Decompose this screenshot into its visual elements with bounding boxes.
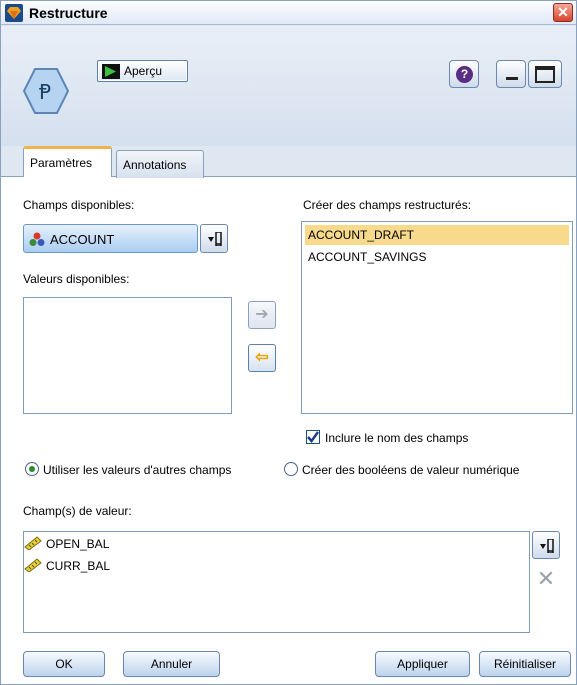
value-field-label: OPEN_BAL: [46, 537, 110, 551]
list-item[interactable]: OPEN_BAL: [24, 534, 109, 554]
include-field-name-checkbox[interactable]: [306, 430, 320, 444]
toolbar-area: Ᵽ Aperçu ?: [1, 26, 576, 146]
add-value-button[interactable]: ➔: [248, 301, 276, 329]
ruler-icon: [24, 558, 42, 572]
apply-button[interactable]: Appliquer: [375, 651, 470, 677]
field-picker-icon: [208, 232, 222, 246]
maximize-button[interactable]: [528, 60, 562, 88]
window-title: Restructure: [29, 5, 108, 21]
ruler-icon: [24, 536, 42, 550]
remove-value-button[interactable]: ⇦: [248, 344, 276, 372]
available-values-list[interactable]: [23, 297, 232, 414]
tab-parametres[interactable]: Paramètres: [23, 146, 112, 177]
list-item[interactable]: CURR_BAL: [24, 556, 110, 576]
close-icon: ✕: [557, 4, 569, 20]
use-other-fields-label: Utiliser les valeurs d'autres champs: [43, 463, 232, 477]
maximize-icon: [535, 66, 555, 83]
title-bar: Restructure ✕: [1, 1, 576, 25]
include-field-name-label: Inclure le nom des champs: [325, 431, 469, 445]
reset-button[interactable]: Réinitialiser: [479, 651, 571, 677]
checkmark-icon: [307, 431, 320, 444]
numeric-booleans-label: Créer des booléens de valeur numérique: [302, 463, 520, 477]
arrow-left-icon: ⇦: [255, 349, 269, 366]
list-item[interactable]: ACCOUNT_DRAFT: [305, 225, 569, 245]
field-picker-icon: [540, 539, 554, 553]
available-values-label: Valeurs disponibles:: [23, 272, 130, 286]
help-icon: ?: [456, 66, 473, 83]
arrow-right-icon: ➔: [255, 306, 269, 323]
list-item[interactable]: ACCOUNT_SAVINGS: [305, 247, 429, 267]
minimize-button[interactable]: [496, 60, 526, 88]
available-fields-combo[interactable]: ACCOUNT: [23, 224, 198, 253]
restructured-fields-label: Créer des champs restructurés:: [303, 198, 472, 212]
delete-value-field-button[interactable]: ✕: [532, 566, 560, 594]
svg-text:Ᵽ: Ᵽ: [39, 80, 51, 104]
available-fields-value: ACCOUNT: [50, 232, 115, 247]
ok-button[interactable]: OK: [23, 651, 105, 677]
numeric-booleans-radio[interactable]: [284, 462, 298, 476]
delete-icon: ✕: [536, 566, 556, 591]
minimize-icon: [506, 77, 518, 80]
diamond-app-icon: [5, 4, 23, 22]
use-other-fields-radio[interactable]: [25, 462, 39, 476]
restructure-node-icon: Ᵽ: [22, 68, 70, 114]
preview-label: Aperçu: [124, 64, 163, 78]
value-fields-list[interactable]: OPEN_BAL CURR_BAL: [23, 531, 530, 633]
field-picker-button[interactable]: [200, 224, 228, 253]
set-type-icon: [29, 232, 45, 246]
value-field-label: CURR_BAL: [46, 559, 111, 573]
tab-annotations[interactable]: Annotations: [116, 150, 204, 178]
restructured-fields-list[interactable]: ACCOUNT_DRAFT ACCOUNT_SAVINGS: [301, 221, 573, 414]
cancel-button[interactable]: Annuler: [123, 651, 220, 677]
available-fields-label: Champs disponibles:: [23, 198, 135, 212]
value-fields-label: Champ(s) de valeur:: [23, 504, 132, 518]
value-field-picker-button[interactable]: [532, 531, 560, 559]
preview-button[interactable]: Aperçu: [97, 60, 188, 82]
help-button[interactable]: ?: [449, 60, 479, 88]
close-button[interactable]: ✕: [553, 3, 573, 22]
restructure-dialog: Restructure ✕ Ᵽ Aperçu ? Paramètres Anno…: [0, 0, 577, 685]
